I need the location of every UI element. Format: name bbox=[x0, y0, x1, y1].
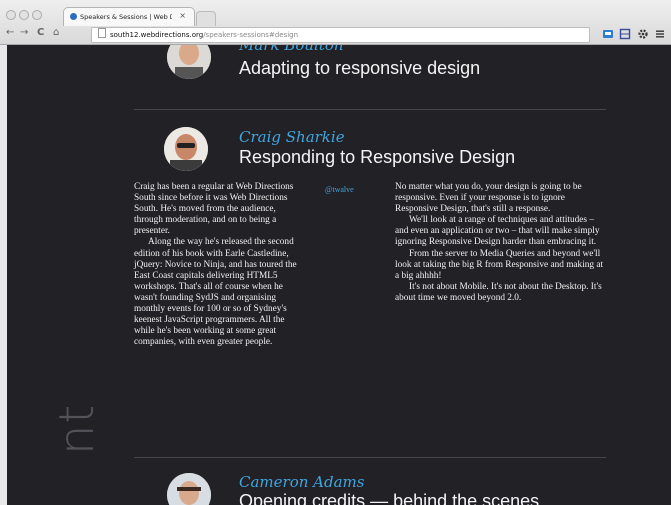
address-bar[interactable]: south12.webdirections.org/speakers-sessi… bbox=[91, 27, 590, 43]
abstract-paragraph: We'll look at a range of techniques and … bbox=[395, 215, 600, 248]
bio-paragraph: Along the way he's released the second e… bbox=[134, 237, 297, 348]
speaker-name[interactable]: Cameron Adams bbox=[239, 473, 364, 491]
screenshot-icon[interactable] bbox=[619, 28, 631, 40]
session-abstract: No matter what you do, your design is go… bbox=[395, 182, 607, 304]
session-title: Opening credits — behind the scenes bbox=[239, 491, 540, 505]
session-title: Responding to Responsive Design bbox=[239, 147, 516, 167]
speaker-name[interactable]: Mark Boulton bbox=[239, 45, 344, 54]
twitter-handle-link[interactable]: @twalve bbox=[325, 185, 354, 194]
abstract-paragraph: No matter what you do, your design is go… bbox=[395, 182, 582, 215]
speaker-avatar-craig-sharkie bbox=[164, 127, 208, 171]
reload-button[interactable]: C bbox=[37, 27, 44, 38]
back-button[interactable]: ← bbox=[6, 27, 14, 38]
section-side-heading: nt bbox=[49, 403, 105, 455]
browser-tab[interactable]: Speakers & Sessions | Web D × bbox=[63, 7, 195, 26]
page-content: Mark Boulton Adapting to responsive desi… bbox=[7, 45, 671, 505]
url-path: /speakers-sessions#design bbox=[203, 31, 299, 39]
zoom-window-icon[interactable] bbox=[32, 10, 42, 20]
bio-paragraph: Craig has been a regular at Web Directio… bbox=[134, 182, 294, 237]
minimize-window-icon[interactable] bbox=[19, 10, 29, 20]
divider bbox=[134, 457, 606, 458]
abstract-paragraph: From the server to Media Queries and bey… bbox=[395, 248, 604, 281]
url-host: south12.webdirections.org bbox=[110, 31, 204, 39]
speaker-avatar-cameron-adams bbox=[167, 473, 211, 505]
favicon-icon bbox=[70, 13, 77, 20]
speaker-name[interactable]: Craig Sharkie bbox=[239, 128, 345, 146]
home-button[interactable]: ⌂ bbox=[53, 27, 59, 38]
settings-gear-icon[interactable] bbox=[637, 28, 649, 40]
forward-button[interactable]: → bbox=[20, 27, 28, 38]
abstract-paragraph: It's not about Mobile. It's not about th… bbox=[395, 281, 602, 303]
session-title: Adapting to responsive design bbox=[239, 58, 481, 78]
tab-title: Speakers & Sessions | Web D bbox=[80, 13, 172, 21]
tab-close-icon[interactable]: × bbox=[179, 11, 186, 20]
speaker-avatar-mark-boulton bbox=[167, 45, 211, 79]
divider bbox=[134, 109, 606, 110]
menu-icon[interactable] bbox=[654, 28, 666, 40]
browser-chrome: Speakers & Sessions | Web D × ← → C ⌂ so… bbox=[0, 0, 671, 45]
close-window-icon[interactable] bbox=[6, 10, 16, 20]
speaker-bio: Craig has been a regular at Web Directio… bbox=[134, 182, 302, 348]
page-icon bbox=[98, 28, 106, 38]
new-tab-button[interactable] bbox=[196, 11, 216, 26]
extension-icon[interactable] bbox=[602, 28, 614, 40]
